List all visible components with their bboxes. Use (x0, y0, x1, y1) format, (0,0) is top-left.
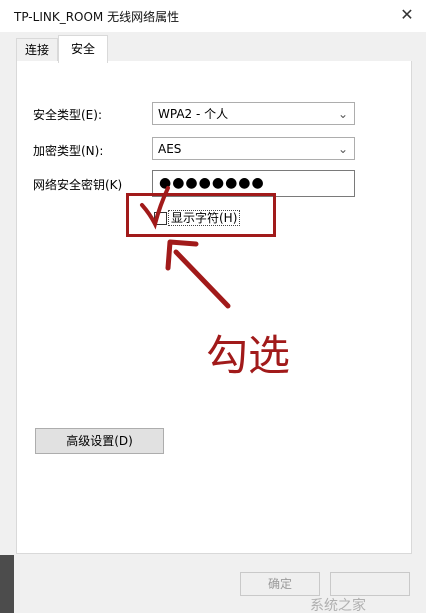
checkmark-icon (140, 186, 170, 230)
annotation-text: 勾选 (206, 331, 291, 380)
advanced-settings-button[interactable]: 高级设置(D) (35, 428, 164, 454)
watermark: 系统之家 (310, 598, 366, 614)
cancel-button[interactable] (330, 572, 410, 596)
tab-security[interactable]: 安全 (58, 35, 108, 63)
ok-button[interactable]: 确定 (240, 572, 320, 596)
annotation-drawing (140, 186, 231, 309)
background-strip (0, 555, 14, 613)
arrow-shaft (173, 249, 231, 309)
